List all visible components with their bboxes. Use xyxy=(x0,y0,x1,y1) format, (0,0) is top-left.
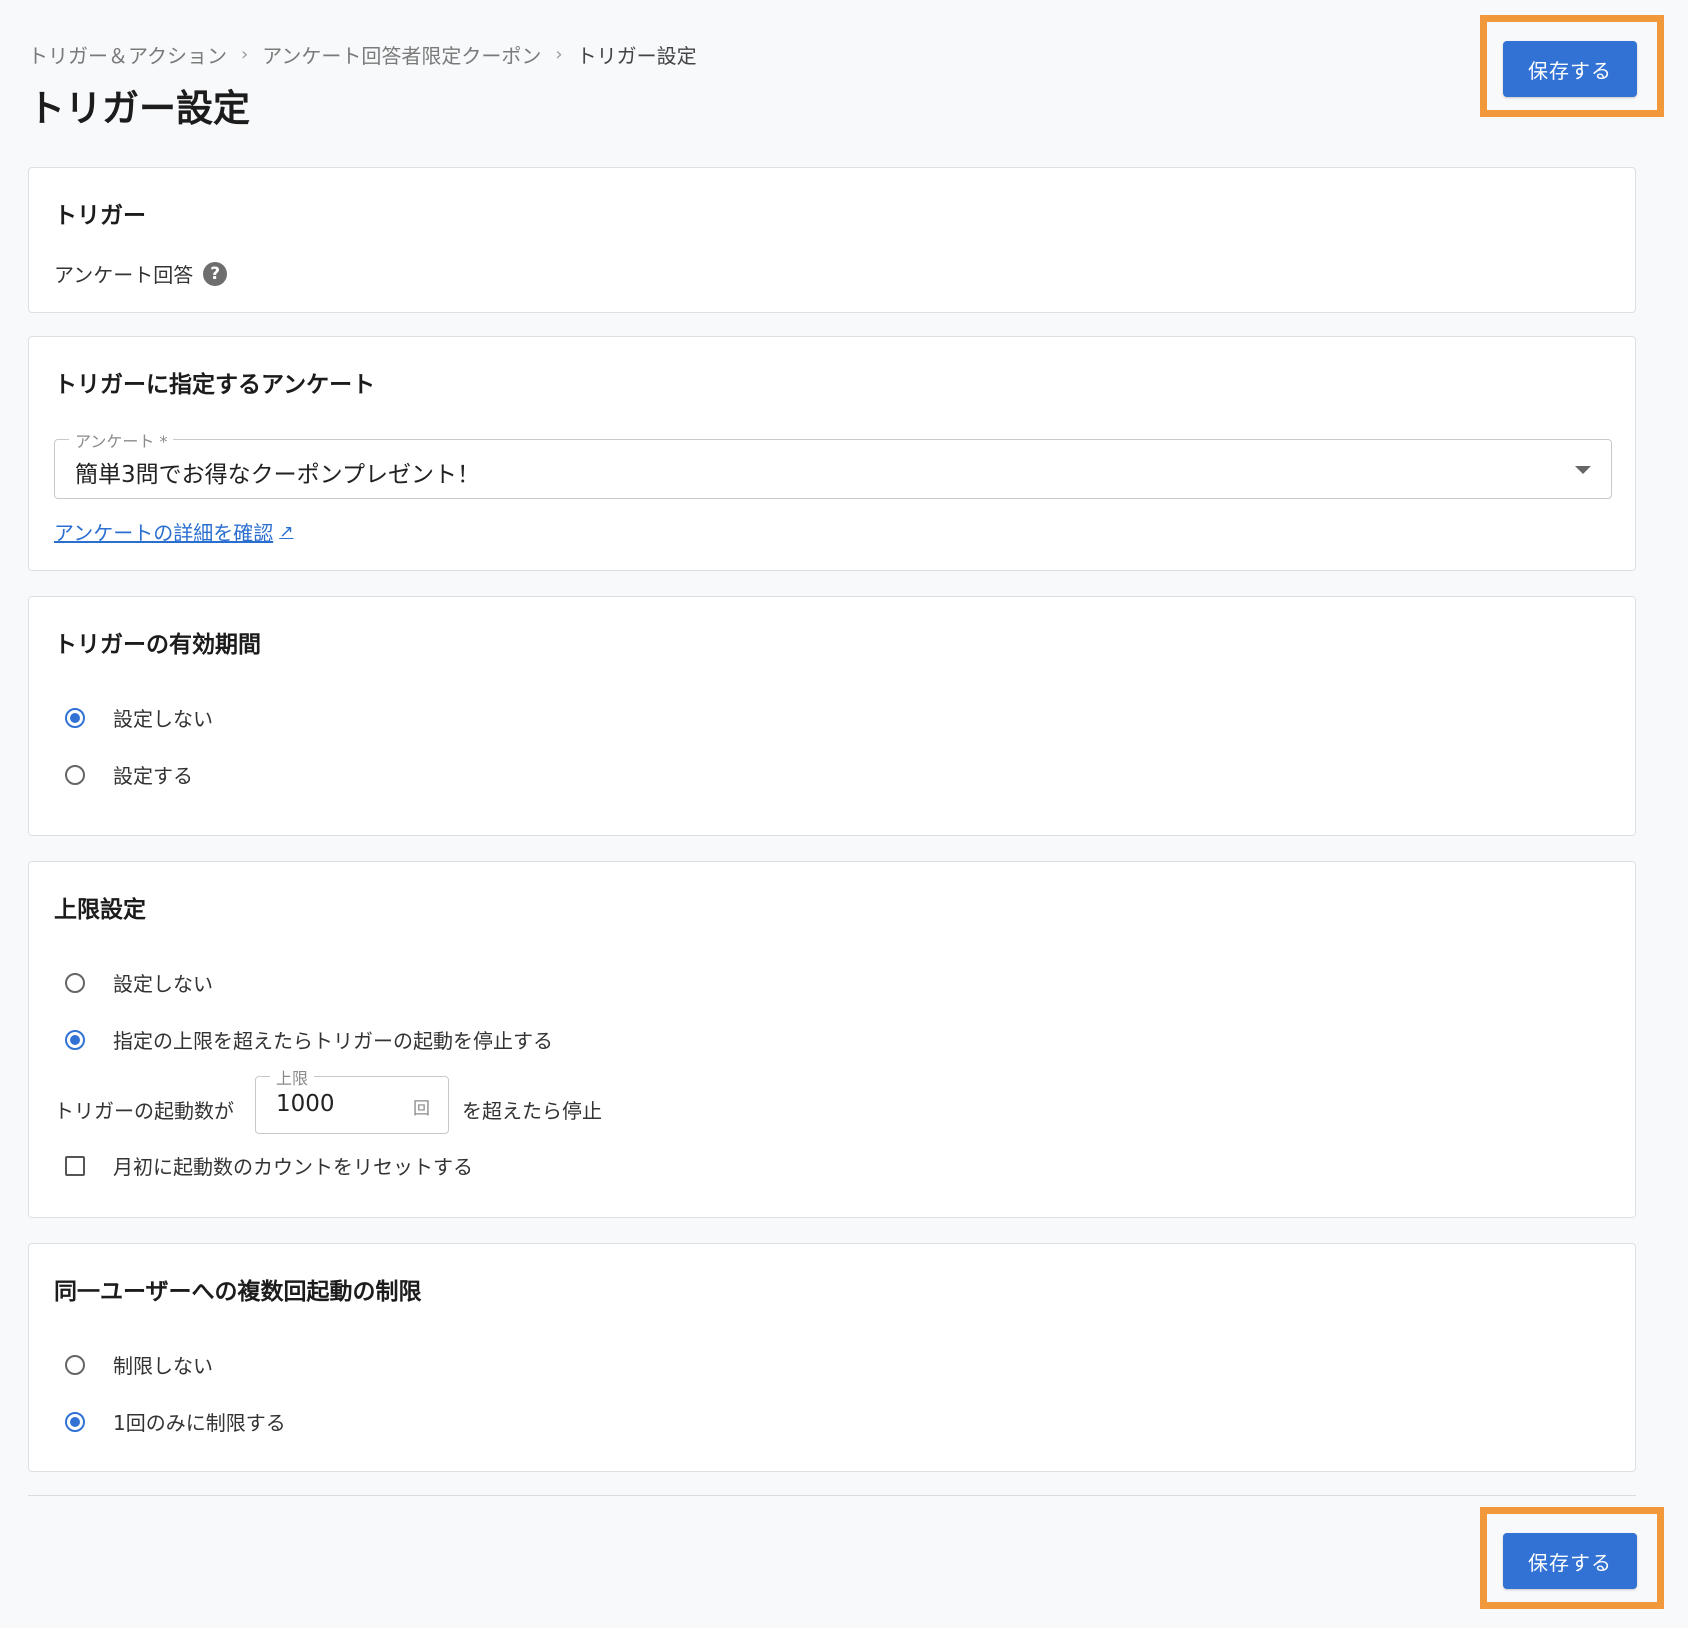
breadcrumb-separator: › xyxy=(555,44,563,65)
limit-radio-none[interactable]: 設定しない xyxy=(65,968,213,997)
radio-checked-icon[interactable] xyxy=(65,1411,85,1432)
limit-card: 上限設定 設定しない 指定の上限を超えたらトリガーの起動を停止する トリガーの起… xyxy=(28,861,1636,1218)
footer-divider xyxy=(28,1495,1636,1496)
multi-activation-card: 同一ユーザーへの複数回起動の制限 制限しない 1回のみに制限する xyxy=(28,1243,1636,1472)
radio-checked-icon[interactable] xyxy=(65,1029,85,1050)
period-card: トリガーの有効期間 設定しない 設定する xyxy=(28,596,1636,836)
survey-select-value: 簡単3問でお得なクーポンプレゼント！ xyxy=(75,462,480,488)
survey-select[interactable]: アンケート * 簡単3問でお得なクーポンプレゼント！ xyxy=(54,428,1612,499)
multi-activation-card-title: 同一ユーザーへの複数回起動の制限 xyxy=(54,1279,422,1305)
period-radio-set[interactable]: 設定する xyxy=(65,760,193,789)
limit-radio-stop[interactable]: 指定の上限を超えたらトリガーの起動を停止する xyxy=(65,1025,553,1054)
radio-label: 指定の上限を超えたらトリガーの起動を停止する xyxy=(113,1029,553,1053)
radio-label: 設定する xyxy=(113,764,193,788)
breadcrumb-item-triggers-actions[interactable]: トリガー＆アクション xyxy=(28,40,227,69)
breadcrumb-item-current: トリガー設定 xyxy=(576,44,697,68)
trigger-card: トリガー アンケート回答 ? xyxy=(28,167,1636,313)
trigger-type-label: アンケート回答 xyxy=(54,263,194,287)
save-button-header[interactable]: 保存する xyxy=(1503,41,1637,97)
multi-radio-no-limit[interactable]: 制限しない xyxy=(65,1350,213,1379)
radio-label: 1回のみに制限する xyxy=(113,1411,286,1435)
limit-count-input[interactable]: 上限 1000 回 xyxy=(255,1065,449,1134)
question-circle-icon[interactable]: ? xyxy=(203,261,228,286)
limit-input-unit: 回 xyxy=(413,1099,430,1119)
survey-detail-link[interactable]: アンケートの詳細を確認 ↗ xyxy=(54,517,293,546)
reset-count-checkbox-label: 月初に起動数のカウントをリセットする xyxy=(113,1155,473,1179)
breadcrumb-item-campaign[interactable]: アンケート回答者限定クーポン xyxy=(262,40,541,69)
save-button-footer[interactable]: 保存する xyxy=(1503,1533,1637,1589)
external-link-icon: ↗ xyxy=(279,521,294,542)
limit-input-value: 1000 xyxy=(276,1091,335,1117)
multi-radio-once[interactable]: 1回のみに制限する xyxy=(65,1407,286,1436)
trigger-card-title: トリガー xyxy=(54,203,146,229)
radio-unchecked-icon[interactable] xyxy=(65,972,85,993)
limit-prefix-text: トリガーの起動数が xyxy=(54,1099,234,1123)
limit-card-title: 上限設定 xyxy=(54,897,146,923)
radio-checked-icon[interactable] xyxy=(65,707,85,728)
survey-select-label: アンケート * xyxy=(69,428,174,452)
limit-input-label: 上限 xyxy=(270,1065,315,1089)
radio-label: 設定しない xyxy=(113,972,213,996)
survey-detail-link-label: アンケートの詳細を確認 xyxy=(54,521,274,545)
trigger-type: アンケート回答 ? xyxy=(54,259,228,288)
radio-unchecked-icon[interactable] xyxy=(65,764,85,785)
chevron-down-icon[interactable] xyxy=(1575,466,1591,474)
reset-count-checkbox-row[interactable]: 月初に起動数のカウントをリセットする xyxy=(65,1151,473,1180)
breadcrumb: トリガー＆アクション › アンケート回答者限定クーポン › トリガー設定 xyxy=(28,40,697,69)
reset-count-checkbox[interactable] xyxy=(65,1155,85,1176)
survey-card-title: トリガーに指定するアンケート xyxy=(54,372,376,398)
period-card-title: トリガーの有効期間 xyxy=(54,632,261,658)
limit-suffix-text: を超えたら停止 xyxy=(462,1099,602,1123)
survey-card: トリガーに指定するアンケート アンケート * 簡単3問でお得なクーポンプレゼント… xyxy=(28,336,1636,571)
period-radio-none[interactable]: 設定しない xyxy=(65,703,213,732)
radio-label: 制限しない xyxy=(113,1354,213,1378)
page-title: トリガー設定 xyxy=(28,87,250,130)
breadcrumb-separator: › xyxy=(241,44,249,65)
radio-label: 設定しない xyxy=(113,707,213,731)
radio-unchecked-icon[interactable] xyxy=(65,1354,85,1375)
